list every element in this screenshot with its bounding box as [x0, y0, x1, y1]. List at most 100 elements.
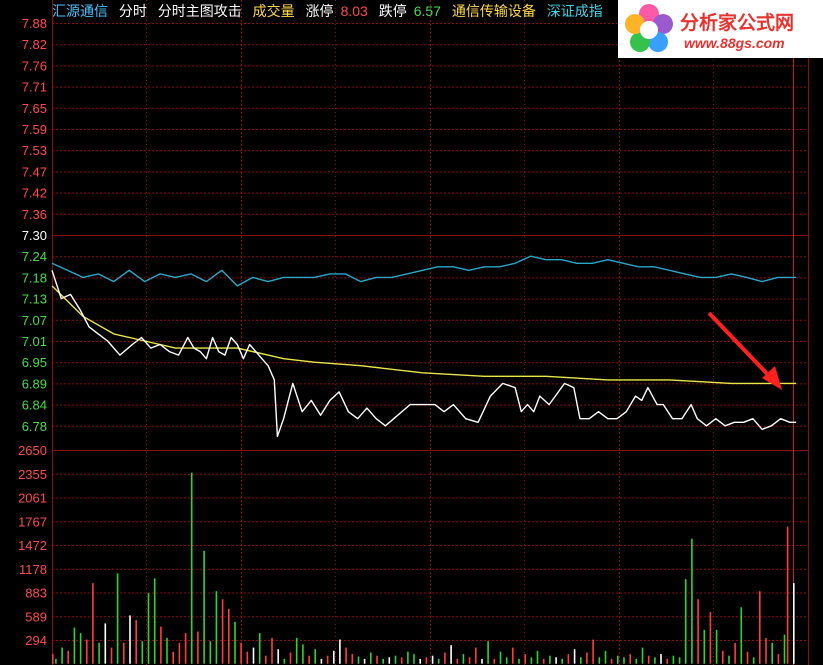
- volume-bar: [555, 657, 557, 664]
- limit-up-value: 8.03: [340, 3, 368, 19]
- volume-bar: [197, 631, 199, 664]
- volume-bar: [561, 658, 563, 664]
- volume-bar: [573, 649, 576, 664]
- volume-bar: [419, 658, 421, 664]
- volume-bar: [666, 658, 668, 664]
- volume-bar: [252, 647, 255, 664]
- volume-bar: [462, 654, 465, 664]
- price-tick-label: 7.53: [22, 143, 47, 158]
- volume-bar: [722, 650, 724, 664]
- volume-bar: [320, 658, 323, 664]
- volume-bar: [407, 651, 409, 664]
- volume-bar: [221, 599, 224, 664]
- volume-bar: [524, 654, 526, 664]
- volume-bar: [413, 654, 415, 664]
- volume-bar: [542, 658, 545, 664]
- volume-bar: [728, 655, 730, 664]
- y-axis-labels: 7.887.827.767.717.657.597.537.477.427.36…: [18, 16, 47, 648]
- volume-bar: [549, 655, 551, 664]
- volume-bar: [635, 658, 638, 664]
- volume-bar: [178, 642, 181, 664]
- volume-bar: [715, 629, 718, 664]
- volume-bars: [52, 472, 795, 664]
- volume-tick-label: 1767: [18, 514, 47, 529]
- volume-bar: [116, 573, 119, 664]
- volume-bar: [567, 654, 570, 664]
- price-tick-label: 7.13: [22, 292, 47, 307]
- volume-bar: [481, 658, 483, 664]
- volume-bar: [302, 644, 304, 664]
- view-label-2[interactable]: 分时主图攻击: [158, 3, 242, 19]
- volume-bar: [752, 657, 755, 664]
- volume-bar: [487, 641, 489, 664]
- volume-bar: [351, 654, 354, 664]
- price-tick-label: 7.18: [22, 270, 47, 285]
- volume-bar: [771, 642, 773, 664]
- volume-bar: [277, 649, 279, 664]
- volume-bar: [110, 647, 113, 664]
- volume-bar: [203, 550, 205, 664]
- volume-bar: [363, 658, 366, 664]
- price-line-group: [51, 270, 797, 438]
- volume-bar: [129, 615, 131, 664]
- volume-bar: [475, 647, 477, 664]
- volume-bar: [518, 658, 520, 664]
- volume-bar: [437, 658, 440, 664]
- flower-logo-icon: [625, 4, 673, 52]
- price-tick-label: 6.84: [22, 398, 47, 413]
- price-tick-label: 6.78: [22, 419, 47, 434]
- volume-bar: [345, 647, 347, 664]
- volume-bar: [326, 655, 329, 664]
- volume-bar: [67, 650, 69, 664]
- index-line-group: [51, 255, 797, 287]
- volume-bar: [295, 637, 298, 664]
- volume-bar: [580, 657, 582, 664]
- index-line: [51, 255, 797, 287]
- price-tick-label: 7.07: [22, 313, 47, 328]
- volume-tick-label: 883: [25, 586, 47, 601]
- price-tick-label: 7.71: [22, 80, 47, 95]
- view-label-1[interactable]: 分时: [119, 3, 147, 19]
- volume-bar: [153, 578, 156, 664]
- volume-bar: [240, 642, 242, 664]
- volume-bar: [610, 658, 613, 664]
- volume-bar: [765, 637, 767, 664]
- volume-bar: [629, 654, 631, 664]
- volume-bar: [505, 657, 508, 664]
- price-tick-label: 7.36: [22, 207, 47, 222]
- volume-bar: [79, 633, 82, 664]
- volume-bar: [786, 526, 789, 664]
- stock-name[interactable]: 汇源通信: [52, 3, 108, 19]
- volume-tick-label: 2355: [18, 467, 47, 482]
- volume-bar: [400, 657, 403, 664]
- volume-bar: [604, 650, 607, 664]
- average-price-line-group: [51, 285, 797, 385]
- volume-bar: [703, 629, 706, 664]
- volume-label: 成交量: [252, 3, 295, 19]
- chart-canvas: 7.887.827.767.717.657.597.537.477.427.36…: [18, 0, 809, 665]
- volume-bar: [184, 633, 187, 664]
- volume-bar: [376, 655, 378, 664]
- volume-bar: [92, 583, 94, 664]
- chart-grid: [52, 0, 809, 665]
- volume-tick-label: 294: [25, 633, 47, 648]
- limit-up-label: 涨停: [305, 3, 334, 19]
- price-tick-label: 7.24: [22, 249, 47, 264]
- volume-bar: [660, 654, 662, 664]
- average-line: [51, 285, 797, 385]
- volume-bar: [617, 655, 619, 664]
- volume-bar: [431, 655, 434, 664]
- volume-bar: [425, 657, 428, 664]
- price-tick-label: 7.59: [22, 122, 47, 137]
- price-tick-label: 7.82: [22, 37, 47, 52]
- volume-bar: [172, 651, 174, 664]
- volume-bar: [258, 633, 261, 664]
- volume-tick-label: 1472: [18, 538, 47, 553]
- volume-bar: [709, 612, 712, 664]
- volume-bar: [777, 654, 780, 664]
- volume-bar: [647, 655, 650, 664]
- volume-bar: [147, 592, 150, 664]
- volume-bar: [697, 599, 699, 664]
- volume-bar: [450, 645, 452, 664]
- limit-down-label: 跌停: [378, 3, 407, 19]
